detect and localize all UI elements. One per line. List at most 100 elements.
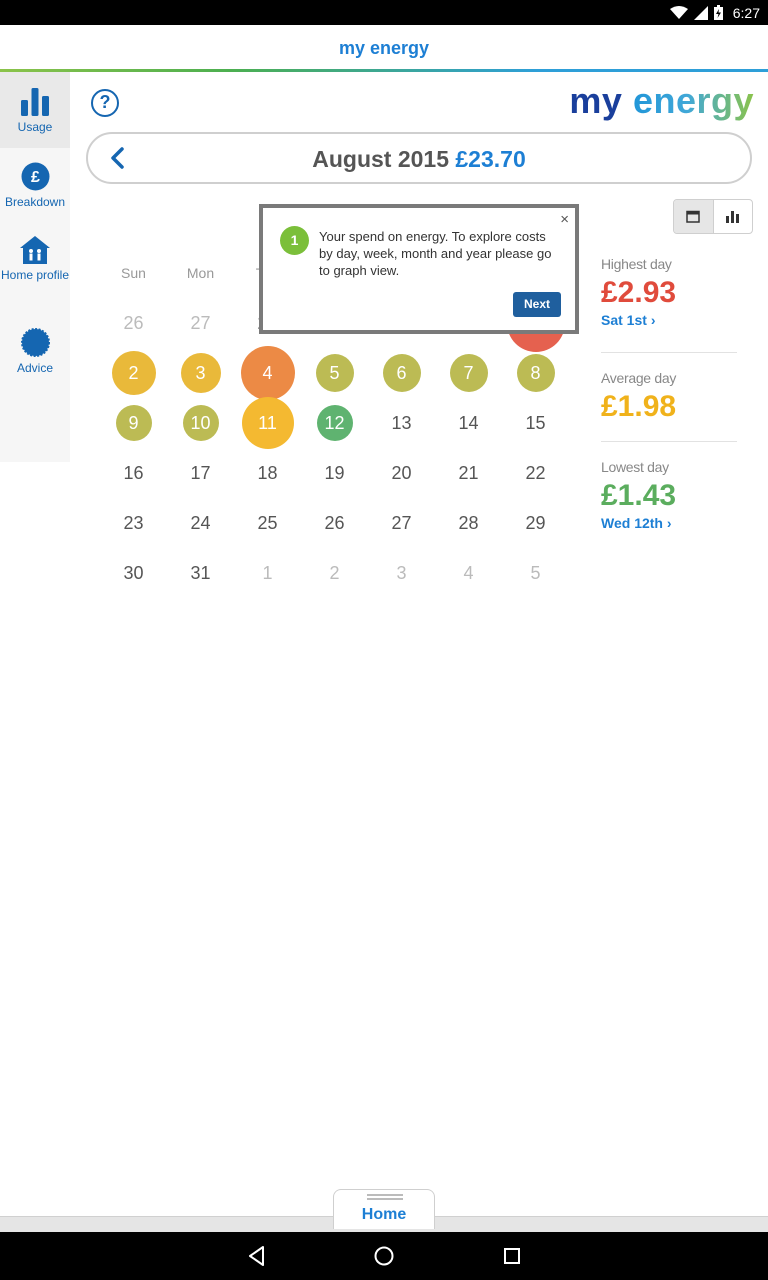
calendar-day[interactable]: 10 bbox=[167, 398, 234, 448]
day-number: 18 bbox=[257, 462, 278, 483]
day-spend-indicator: 11 bbox=[241, 397, 294, 449]
day-spend-indicator: 5 bbox=[315, 354, 354, 392]
calendar-day[interactable]: 27 bbox=[368, 498, 435, 548]
calendar-day[interactable]: 7 bbox=[435, 348, 502, 398]
calendar-day[interactable]: 17 bbox=[167, 448, 234, 498]
day-number: 24 bbox=[190, 512, 211, 533]
day-number: 13 bbox=[391, 412, 412, 433]
stat-heading: Highest day bbox=[601, 256, 672, 272]
calendar-day[interactable]: 12 bbox=[301, 398, 368, 448]
calendar-day[interactable]: 19 bbox=[301, 448, 368, 498]
day-number: 29 bbox=[525, 512, 546, 533]
stat-heading: Average day bbox=[601, 370, 677, 386]
calendar-day[interactable]: 18 bbox=[234, 448, 301, 498]
sidebar-item-label: Home profile bbox=[0, 268, 70, 282]
calendar-day[interactable]: 28 bbox=[435, 498, 502, 548]
tooltip-next-button[interactable]: Next bbox=[513, 292, 561, 317]
calendar-day[interactable]: 26 bbox=[301, 498, 368, 548]
day-number: 23 bbox=[123, 512, 144, 533]
day-number: 5 bbox=[530, 562, 541, 583]
sidebar-item-label: Breakdown bbox=[4, 195, 66, 209]
day-number: 14 bbox=[458, 412, 479, 433]
day-spend-indicator: 10 bbox=[182, 405, 219, 441]
header-accent-line bbox=[0, 69, 768, 72]
highest-day-link[interactable]: Sat 1st › bbox=[601, 312, 737, 328]
day-spend-indicator: 7 bbox=[449, 354, 488, 392]
calendar-day[interactable]: 31 bbox=[167, 548, 234, 598]
calendar-day[interactable]: 3 bbox=[368, 548, 435, 598]
stat-value: £2.93 bbox=[601, 276, 677, 309]
status-bar: 6:27 bbox=[0, 0, 768, 25]
calendar-day[interactable]: 20 bbox=[368, 448, 435, 498]
home-icon bbox=[20, 236, 50, 264]
sidebar-item-usage[interactable]: Usage bbox=[0, 72, 70, 148]
help-button[interactable]: ? bbox=[91, 89, 119, 117]
recents-icon[interactable] bbox=[500, 1244, 524, 1268]
calendar-day[interactable]: 30 bbox=[100, 548, 167, 598]
sidebar-item-advice[interactable]: Advice bbox=[0, 328, 70, 388]
battery-icon bbox=[713, 5, 723, 20]
back-icon[interactable] bbox=[245, 1244, 269, 1268]
close-icon[interactable]: × bbox=[560, 212, 569, 227]
day-spend-indicator: 2 bbox=[111, 351, 156, 395]
calendar-day[interactable]: 13 bbox=[368, 398, 435, 448]
weekday-header: Sun bbox=[121, 265, 146, 281]
graph-view-button[interactable] bbox=[714, 200, 753, 233]
advice-badge-icon bbox=[20, 328, 50, 357]
calendar-day[interactable]: 27 bbox=[167, 298, 234, 348]
app-title: my energy bbox=[338, 38, 430, 58]
calendar-day[interactable]: 5 bbox=[301, 348, 368, 398]
brand-logo: my energy bbox=[569, 80, 754, 121]
calendar-day[interactable]: 15 bbox=[502, 398, 569, 448]
calendar-day[interactable]: 11 bbox=[234, 397, 301, 449]
calendar-day[interactable]: 2 bbox=[100, 348, 167, 398]
calendar-day[interactable]: 8 bbox=[502, 348, 569, 398]
calendar-day[interactable]: 16 bbox=[100, 448, 167, 498]
day-number: 1 bbox=[262, 562, 273, 583]
calendar-day[interactable]: 9 bbox=[100, 398, 167, 448]
calendar-view-button[interactable] bbox=[674, 200, 714, 233]
calendar-day[interactable]: 1 bbox=[234, 548, 301, 598]
home-circle-icon[interactable] bbox=[372, 1244, 396, 1268]
drag-handle-icon bbox=[367, 1194, 403, 1196]
day-number: 27 bbox=[190, 312, 211, 333]
calendar-day[interactable]: 14 bbox=[435, 398, 502, 448]
period-label: August 2015 £23.70 bbox=[88, 146, 750, 173]
onboarding-tooltip: 1 Your spend on energy. To explore costs… bbox=[259, 204, 579, 334]
day-number: 4 bbox=[463, 562, 474, 583]
lowest-day-link[interactable]: Wed 12th › bbox=[601, 515, 737, 531]
calendar-day[interactable]: 29 bbox=[502, 498, 569, 548]
sidebar-item-home-profile[interactable]: Home profile bbox=[0, 236, 70, 304]
day-number: 27 bbox=[391, 512, 412, 533]
day-spend-indicator: 6 bbox=[382, 354, 421, 392]
day-number: 31 bbox=[190, 562, 211, 583]
calendar-day[interactable]: 23 bbox=[100, 498, 167, 548]
wifi-icon bbox=[669, 5, 688, 19]
home-tab[interactable]: Home bbox=[333, 1189, 435, 1229]
calendar-day[interactable]: 24 bbox=[167, 498, 234, 548]
calendar-day[interactable]: 26 bbox=[100, 298, 167, 348]
chevron-right-icon: › bbox=[666, 515, 672, 531]
calendar-day[interactable]: 2 bbox=[301, 548, 368, 598]
signal-icon bbox=[693, 5, 708, 20]
sidebar-item-label: Advice bbox=[16, 361, 54, 375]
calendar-day[interactable]: 3 bbox=[167, 348, 234, 398]
sidebar: Usage £ Breakdown Home profile Advice bbox=[0, 72, 70, 462]
calendar-day[interactable]: 4 bbox=[234, 346, 301, 400]
day-spend-indicator: 3 bbox=[180, 353, 221, 393]
day-number: 26 bbox=[324, 512, 345, 533]
day-number: 17 bbox=[190, 462, 211, 483]
day-spend-indicator: 12 bbox=[316, 405, 353, 441]
calendar-day[interactable]: 5 bbox=[502, 548, 569, 598]
calendar-day[interactable]: 22 bbox=[502, 448, 569, 498]
calendar-icon bbox=[686, 210, 700, 223]
sidebar-item-breakdown[interactable]: £ Breakdown bbox=[0, 162, 70, 222]
calendar-day[interactable]: 21 bbox=[435, 448, 502, 498]
calendar-day[interactable]: 25 bbox=[234, 498, 301, 548]
calendar-day[interactable]: 6 bbox=[368, 348, 435, 398]
svg-text:£: £ bbox=[31, 169, 40, 186]
calendar-day[interactable]: 4 bbox=[435, 548, 502, 598]
daily-stats: Highest day £2.93 Sat 1st › Average day … bbox=[601, 256, 737, 531]
period-selector: August 2015 £23.70 bbox=[86, 132, 752, 184]
day-number: 28 bbox=[458, 512, 479, 533]
